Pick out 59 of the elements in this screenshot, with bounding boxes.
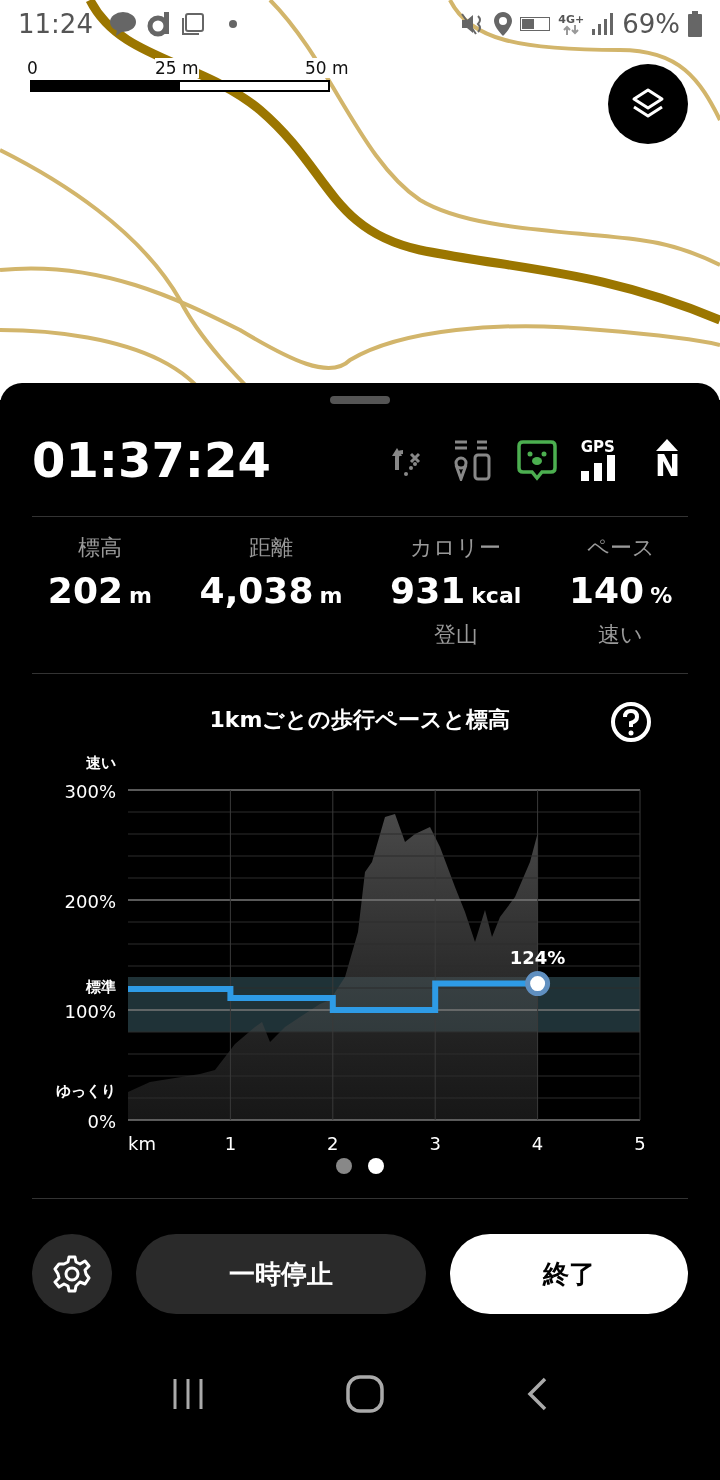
y-axis-label: 300% <box>64 781 116 802</box>
volte-icon <box>520 17 551 31</box>
home-icon <box>346 1375 384 1413</box>
pace-level-label: 速い <box>86 754 116 772</box>
drag-handle[interactable] <box>330 396 390 404</box>
stat-unit: kcal <box>471 582 522 610</box>
current-point <box>525 971 551 997</box>
stat-unit: % <box>650 582 673 610</box>
elapsed-time: 01:37:24 <box>32 431 272 490</box>
data-arrows-icon <box>563 24 580 35</box>
stat-value: 4,038 <box>199 569 314 613</box>
chat-face-icon[interactable] <box>516 439 557 481</box>
stat-label: ペース <box>586 534 655 562</box>
scale-label: 25 m <box>155 58 199 79</box>
gps-label: GPS <box>580 439 615 455</box>
pace-level-label: 標準 <box>86 978 116 997</box>
network-type: 4G+ <box>558 13 585 25</box>
document-icon <box>180 12 205 36</box>
stat-note: 登山 <box>433 621 478 649</box>
x-axis-label: 2 <box>327 1133 339 1154</box>
page-dot[interactable] <box>368 1158 384 1174</box>
battery-icon <box>688 11 702 37</box>
scale-label: 50 m <box>305 58 349 79</box>
stat-value: 140 <box>568 569 645 613</box>
help-icon[interactable] <box>610 701 652 743</box>
signal-icon <box>592 13 615 35</box>
stat-unit: m <box>319 582 343 610</box>
compass-label: N <box>654 451 680 481</box>
y-axis-label: 200% <box>64 891 116 912</box>
stat-value: 931 <box>390 569 466 613</box>
pause-button[interactable]: 一時停止 <box>136 1234 426 1314</box>
dot-icon <box>228 20 237 28</box>
gps-signal-icon <box>580 454 615 481</box>
pace-level-label: ゆっくり <box>56 1082 116 1100</box>
status-time: 11:24 <box>18 7 93 41</box>
stat-unit: m <box>129 582 152 610</box>
x-axis-label: 1 <box>224 1133 237 1154</box>
stat-label: カロリー <box>410 534 502 562</box>
y-axis-label: 100% <box>64 1001 116 1022</box>
chat-bubble-icon <box>108 11 137 37</box>
x-axis-label: km <box>128 1133 156 1154</box>
home-button[interactable] <box>346 1375 384 1413</box>
stat-label: 標高 <box>77 534 122 562</box>
page-dot[interactable] <box>336 1158 352 1174</box>
value-label: 124% <box>509 946 566 968</box>
north-arrow-icon <box>656 439 679 451</box>
x-axis-label: 3 <box>429 1133 441 1154</box>
stat-value: 202 <box>47 569 123 613</box>
location-pin-icon <box>494 12 513 36</box>
x-axis-label: 4 <box>531 1133 544 1154</box>
chart-title: 1kmごとの歩行ペースと標高 <box>209 705 511 734</box>
stat-note: 速い <box>598 621 644 649</box>
battery-percent: 69% <box>622 7 680 41</box>
x-axis-label: 5 <box>634 1133 646 1154</box>
settings-icon <box>52 1254 92 1294</box>
waypoint-list-icon[interactable] <box>452 439 493 481</box>
y-axis-label: 0% <box>87 1111 116 1132</box>
stat-label: 距離 <box>249 534 293 562</box>
finish-button[interactable]: 終了 <box>450 1234 688 1314</box>
